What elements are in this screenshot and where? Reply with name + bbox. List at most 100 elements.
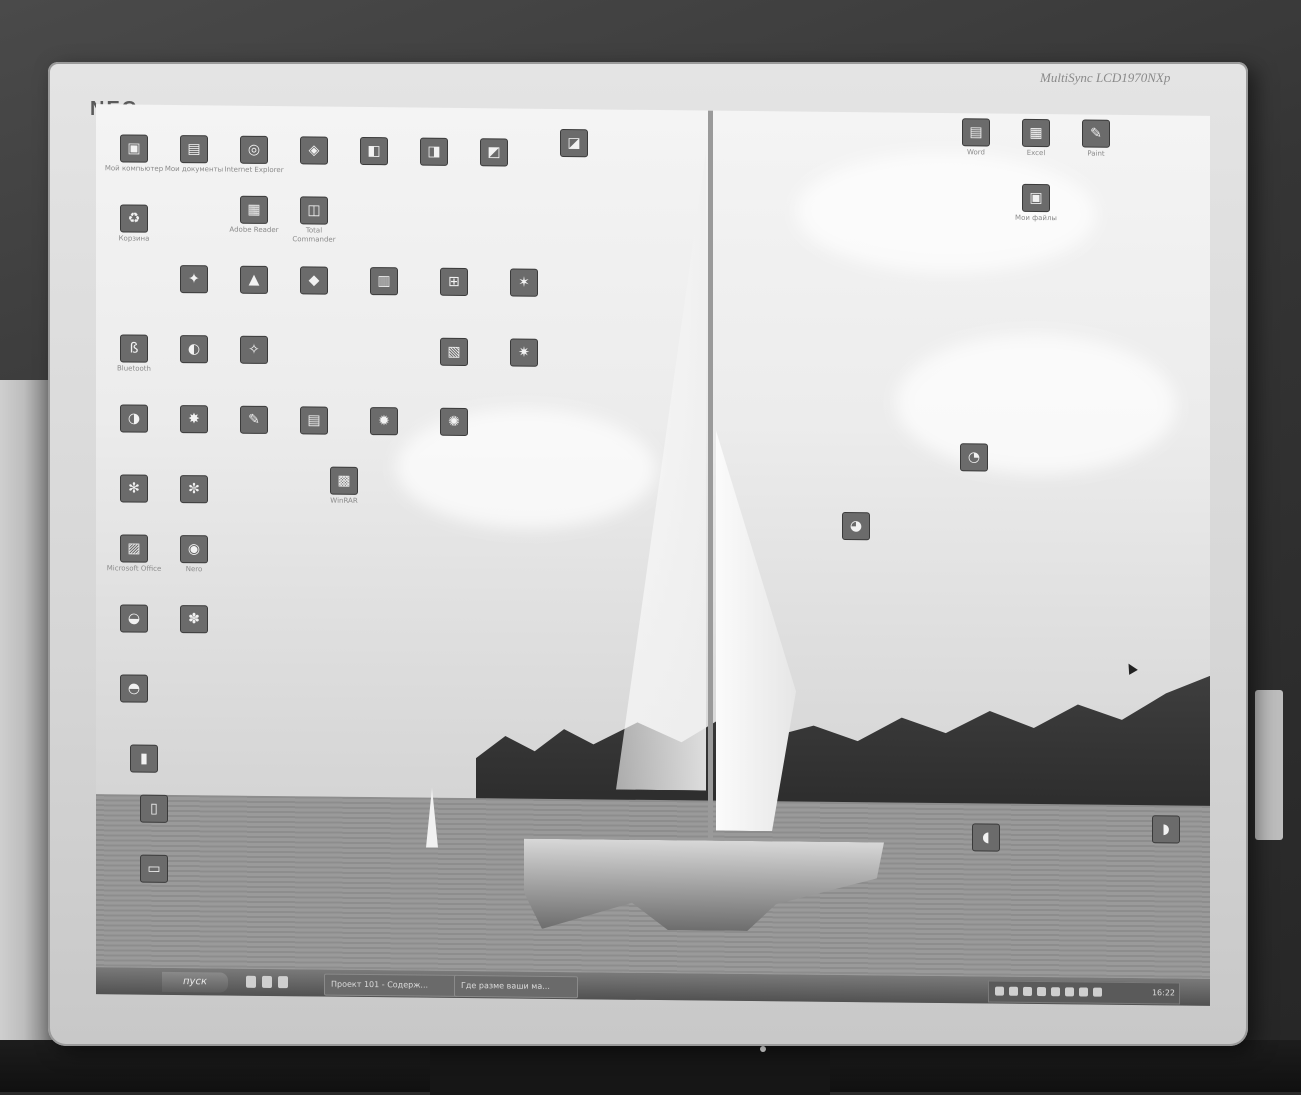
- desktop-icon[interactable]: ◎ Internet Explorer: [224, 135, 284, 176]
- desktop-icon[interactable]: ✎ Paint: [1066, 119, 1126, 159]
- desktop-icon[interactable]: ⊞: [424, 267, 484, 297]
- mouse-cursor-icon: [1124, 661, 1138, 675]
- app-icon: ▤: [300, 406, 328, 435]
- desktop-icon[interactable]: ✦: [164, 265, 224, 294]
- quick-launch-icon[interactable]: [262, 975, 272, 989]
- tray-icon[interactable]: [995, 986, 1004, 996]
- cloud: [896, 332, 1176, 476]
- desktop-icon[interactable]: ◈: [284, 136, 344, 165]
- app-icon: ▥: [370, 267, 398, 296]
- taskbar-window-button[interactable]: Проект 101 - Содерж...: [324, 973, 458, 997]
- app-icon: ⊞: [440, 267, 468, 297]
- side-speaker: [1255, 690, 1283, 840]
- desktop-icon[interactable]: ◩: [464, 138, 524, 167]
- app-icon: ◨: [420, 137, 448, 166]
- bluetooth-icon: ß: [120, 334, 148, 363]
- desktop-icon[interactable]: ◑: [104, 404, 164, 433]
- desktop-icon[interactable]: ▧: [424, 337, 484, 367]
- desktop-icon[interactable]: ◒: [104, 604, 164, 633]
- pdf-icon: ▦: [240, 195, 268, 224]
- desktop-icon[interactable]: ✶: [494, 268, 554, 297]
- desktop-icon[interactable]: ◪: [544, 129, 604, 158]
- monitor-stand: [430, 1040, 830, 1095]
- desktop-icon[interactable]: ◆: [284, 266, 344, 295]
- desktop-icon[interactable]: ◔: [944, 443, 1004, 472]
- desktop-icon[interactable]: ◧: [344, 136, 404, 166]
- monitor-screen: ▣ Мой компьютер ▤ Мои документы ◎ Intern…: [96, 104, 1210, 1006]
- desktop-icon[interactable]: ✽: [164, 605, 224, 634]
- folder-icon: ▤: [180, 135, 208, 164]
- app-icon: ▮: [130, 744, 158, 773]
- desktop-icon[interactable]: ▲: [224, 265, 284, 295]
- desktop-icon[interactable]: ◗: [1136, 815, 1196, 844]
- desktop-icon[interactable]: ▯: [124, 794, 184, 823]
- desktop-icon[interactable]: ▮: [114, 744, 174, 773]
- desktop-icon[interactable]: ◉ Nero: [164, 535, 224, 575]
- power-led: [760, 1046, 766, 1052]
- desktop-icon[interactable]: ▣ Мои файлы: [1006, 183, 1066, 224]
- desktop-icon[interactable]: ▤ Мои документы: [164, 135, 224, 175]
- desktop-icon[interactable]: ß Bluetooth: [104, 334, 164, 374]
- desktop-icon[interactable]: ◨: [404, 137, 464, 166]
- app-icon: ◫: [300, 196, 328, 225]
- app-icon: ✻: [120, 474, 148, 503]
- desktop-icon[interactable]: ◫ Total Commander: [284, 196, 344, 245]
- desktop-icon[interactable]: ▦ Excel: [1006, 118, 1066, 159]
- document-icon: ▤: [962, 118, 990, 147]
- desktop-icon[interactable]: ◐: [164, 335, 224, 364]
- desktop-icon[interactable]: ✼: [164, 475, 224, 504]
- monitor-model-label: MultiSync LCD1970NXp: [1040, 70, 1171, 85]
- desktop-icon[interactable]: ▦ Adobe Reader: [224, 195, 284, 236]
- desktop-icon[interactable]: ♻ Корзина: [104, 204, 164, 244]
- tray-icon[interactable]: [1051, 987, 1060, 997]
- desktop-icon[interactable]: ▤ Word: [946, 118, 1006, 158]
- app-icon: ◧: [360, 136, 388, 166]
- desktop-icon[interactable]: ▭: [124, 854, 184, 883]
- desktop-icon[interactable]: ✧: [224, 335, 284, 365]
- app-icon: ◆: [300, 266, 328, 295]
- tray-icon[interactable]: [1065, 987, 1074, 997]
- desktop-icon[interactable]: ✷: [494, 338, 554, 367]
- desktop-icon[interactable]: ✻: [104, 474, 164, 503]
- app-icon: ✶: [510, 268, 538, 297]
- disc-icon: ◉: [180, 535, 208, 564]
- app-icon: ▯: [140, 794, 168, 823]
- desktop-icon[interactable]: ▨ Microsoft Office: [104, 534, 164, 574]
- desktop-icon[interactable]: ✎: [224, 405, 284, 435]
- app-icon: ✧: [240, 335, 268, 364]
- app-icon: ▲: [240, 265, 268, 294]
- computer-icon: ▣: [120, 134, 148, 163]
- archive-icon: ▩: [330, 466, 358, 495]
- desktop-icon[interactable]: ✹: [354, 407, 414, 436]
- desktop-icon[interactable]: ◓: [104, 674, 164, 703]
- app-icon: ✹: [370, 407, 398, 436]
- tray-icon[interactable]: [1009, 986, 1018, 996]
- system-tray: 16:22: [988, 980, 1180, 1005]
- tray-icon[interactable]: [1079, 987, 1088, 997]
- desktop-icon[interactable]: ◕: [826, 511, 886, 541]
- desktop-icon[interactable]: ▤: [284, 406, 344, 435]
- app-icon: ✽: [180, 605, 208, 634]
- taskbar-window-button[interactable]: Где разме ваши ма...: [454, 974, 578, 999]
- app-icon: ◓: [120, 674, 148, 703]
- desktop-icon[interactable]: ▣ Мой компьютер: [104, 134, 164, 174]
- app-icon: ◪: [560, 129, 588, 158]
- folder-icon: ▣: [1022, 183, 1050, 213]
- app-icon: ◑: [120, 404, 148, 433]
- quick-launch-icon[interactable]: [278, 976, 288, 989]
- app-icon: ✺: [440, 407, 468, 437]
- tray-icon[interactable]: [1093, 987, 1102, 997]
- app-icon: ▭: [140, 854, 168, 883]
- quick-launch-icon[interactable]: [246, 975, 256, 988]
- app-icon: ◔: [960, 443, 988, 472]
- tray-icon[interactable]: [1023, 986, 1032, 996]
- desktop-icon[interactable]: ▥: [354, 267, 414, 296]
- start-button[interactable]: пуск: [162, 971, 228, 993]
- desktop-icon[interactable]: ▩ WinRAR: [314, 466, 374, 506]
- tray-icon[interactable]: [1037, 987, 1046, 997]
- desktop-icon[interactable]: ✸: [164, 405, 224, 434]
- app-icon: ✦: [180, 265, 208, 294]
- desktop-icon[interactable]: ✺: [424, 407, 484, 437]
- paint-icon: ✎: [1082, 119, 1110, 148]
- desktop-icon[interactable]: ◖: [956, 823, 1016, 852]
